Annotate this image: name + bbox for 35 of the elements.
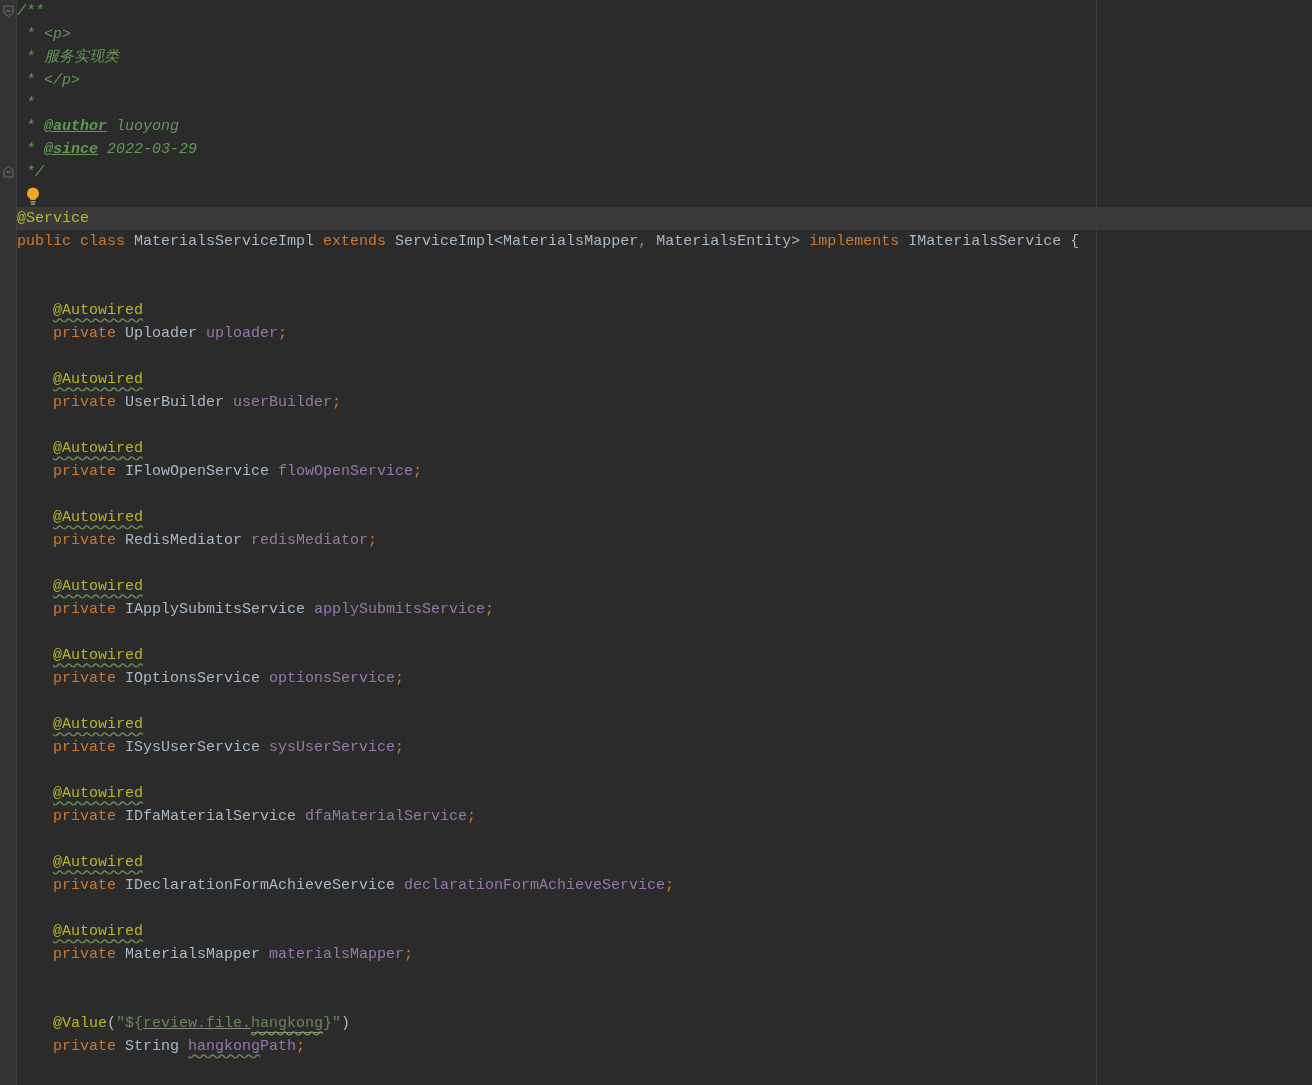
code-line: @Autowired (52, 922, 143, 942)
code-line: @Autowired (52, 577, 143, 597)
code-line: * 服务实现类 (25, 47, 119, 68)
code-line: @Autowired (52, 301, 143, 321)
code-line: private IDeclarationFormAchieveService declarationFormAchieveService; (52, 876, 675, 896)
code-line: private IOptionsService optionsService; (52, 669, 405, 689)
code-line: private IFlowOpenService flowOpenService; (52, 462, 423, 482)
code-line: public class MaterialsServiceImpl extends ServiceImpl<MaterialsMapper, MaterialsEntity> implements IMaterialsService { (17, 232, 1080, 252)
code-line: @Autowired (52, 370, 143, 390)
code-line: @Autowired (52, 646, 143, 666)
code-line: private Uploader uploader; (52, 324, 288, 344)
code-line: * (25, 94, 35, 114)
code-line: @Autowired (52, 853, 143, 873)
code-line: * <p> (25, 25, 71, 45)
code-line: private UserBuilder userBuilder; (52, 393, 342, 413)
fold-icon[interactable] (3, 5, 14, 17)
code-line: @Autowired (52, 439, 143, 459)
code-line: @Autowired (52, 784, 143, 804)
lightbulb-icon[interactable] (26, 187, 40, 205)
code-line: @Autowired (52, 715, 143, 735)
code-line: * @since 2022-03-29 (25, 140, 198, 160)
code-line: * </p> (25, 71, 80, 91)
code-line: private ISysUserService sysUserService; (52, 738, 405, 758)
code-line: /** (17, 2, 44, 22)
code-line: private RedisMediator redisMediator; (52, 531, 378, 551)
code-line: * @author luoyong (25, 117, 180, 137)
code-line: private IDfaMaterialService dfaMaterialService; (52, 807, 477, 827)
code-line: */ (25, 163, 44, 183)
code-line: @Value("${review.file.hangkong}") (52, 1014, 351, 1035)
code-line: private MaterialsMapper materialsMapper; (52, 945, 414, 965)
code-line: @Service (17, 209, 89, 229)
fold-icon[interactable] (3, 166, 14, 178)
code-line: private IApplySubmitsService applySubmitsService; (52, 600, 495, 620)
code-line: @Autowired (52, 508, 143, 528)
code-line: private String hangkongPath; (52, 1037, 306, 1057)
